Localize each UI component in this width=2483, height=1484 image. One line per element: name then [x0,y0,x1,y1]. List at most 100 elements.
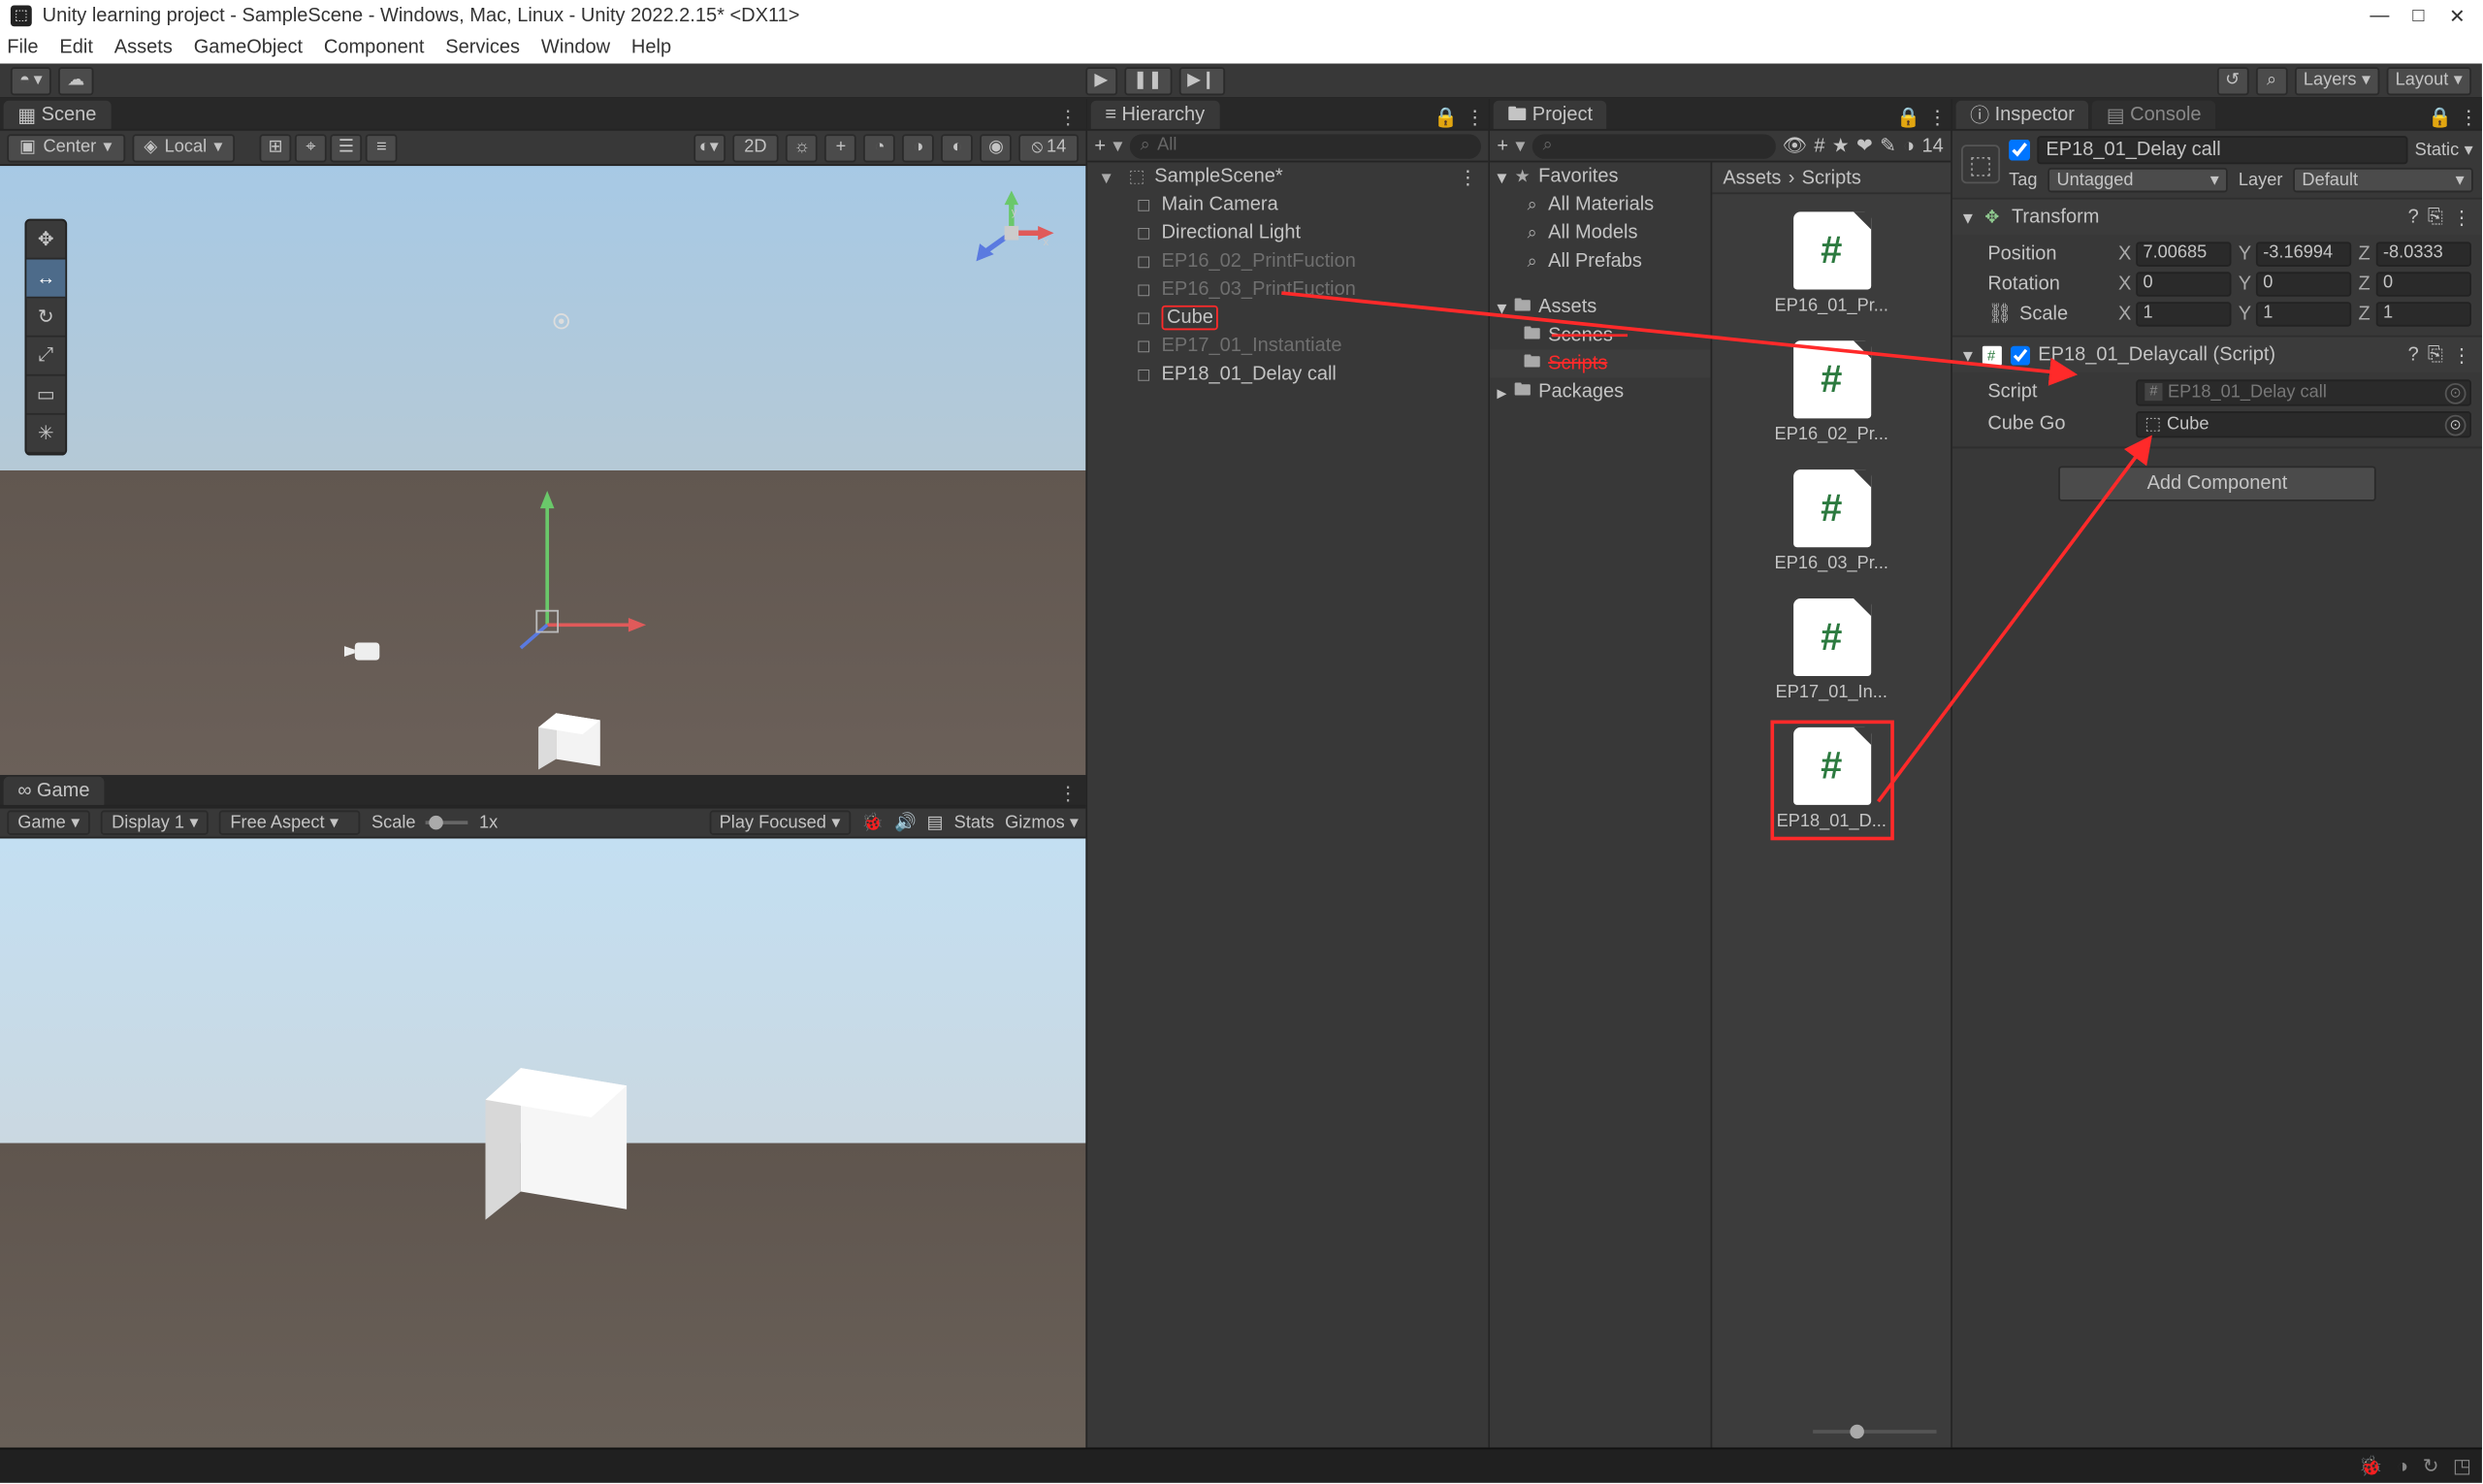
preset-icon[interactable]: ⎘ [2428,206,2443,229]
shading-mode-dropdown[interactable]: ◐▾ [693,133,725,161]
move-gizmo[interactable] [512,484,654,661]
breadcrumb-assets[interactable]: Assets [1723,167,1781,188]
script-asset-ep16-01[interactable]: #EP16_01_Pr... [1760,211,1902,315]
hierarchy-panel-menu[interactable]: ⋮ [1466,106,1485,129]
component-menu[interactable]: ⋮ [2452,343,2471,367]
foldout-icon[interactable]: ▾ [1963,343,1973,367]
status-autorefresh-icon[interactable]: ◳ [2453,1455,2471,1478]
global-search-button[interactable]: ⌕ [2256,66,2288,94]
script-asset-ep17-01[interactable]: #EP17_01_In... [1760,598,1902,702]
script-asset-ep16-03[interactable]: #EP16_03_Pr... [1760,469,1902,573]
game-viewport[interactable] [0,839,1085,1448]
scene-light-toggle[interactable]: ☼ [787,133,819,161]
rotate-tool[interactable]: ↻ [26,299,65,338]
project-lock-icon[interactable]: 🔒 [1896,106,1920,129]
hierarchy-item-ep18-01[interactable]: ◻EP18_01_Delay call [1087,360,1488,388]
proj-hidden-icon[interactable]: ◑ [1903,135,1915,156]
project-assets-folder[interactable]: ▾🖿Assets [1490,293,1711,321]
static-dropdown[interactable]: Static▾ [2415,141,2473,160]
pause-button[interactable]: ❚❚ [1124,66,1172,94]
foldout-icon[interactable]: ▾ [1963,206,1973,229]
status-build-icon[interactable]: ◑ [2397,1456,2408,1477]
directional-light-icon[interactable] [551,310,572,332]
rect-tool[interactable]: ▭ [26,376,65,415]
scene-viewport[interactable]: ✥ ↔ ↻ ⤢ ▭ ✳ y x [0,166,1085,775]
tab-scene[interactable]: ▦Scene [4,101,111,129]
menu-gameobject[interactable]: GameObject [194,37,303,58]
preset-icon[interactable]: ⎘ [2428,343,2443,367]
scene-panel-menu[interactable]: ⋮ [1054,106,1082,129]
tab-console[interactable]: ▤Console [2092,101,2215,129]
scale-tool[interactable]: ⤢ [26,338,65,376]
hierarchy-scene[interactable]: ▾ ⬚ SampleScene* ⋮ [1087,162,1488,190]
menu-window[interactable]: Window [541,37,610,58]
menu-help[interactable]: Help [631,37,671,58]
inspector-lock-icon[interactable]: 🔒 [2428,106,2452,129]
vsync-icon[interactable]: ▤ [927,813,944,832]
hierarchy-search[interactable]: ⌕All [1130,133,1481,157]
gameobject-name-field[interactable]: EP18_01_Delay call [2037,136,2407,164]
proj-edit-icon[interactable]: ✎ [1880,134,1896,157]
snap-toggle[interactable]: ⌖ [295,133,327,161]
main-camera-icon[interactable] [344,639,383,663]
scene-camera-dropdown[interactable]: ◐ [942,133,974,161]
fav-all-models[interactable]: ⌕All Models [1490,219,1711,247]
menu-services[interactable]: Services [445,37,520,58]
hierarchy-item-ep17-01[interactable]: ◻EP17_01_Instantiate [1087,332,1488,360]
proj-save-icon[interactable]: ❤ [1856,134,1873,157]
hierarchy-item-cube[interactable]: ◻Cube [1087,304,1488,332]
scene-audio-toggle[interactable]: + [825,133,857,161]
scene-fx-toggle[interactable]: ◔ [864,133,896,161]
snap-settings[interactable]: ☰ [331,133,363,161]
project-scripts-folder[interactable]: 🖿Scripts [1490,349,1711,377]
fav-all-prefabs[interactable]: ⌕All Prefabs [1490,247,1711,275]
position-z-field[interactable]: -8.0333 [2376,241,2471,265]
project-search[interactable]: ⌕ [1532,133,1776,157]
tab-project[interactable]: 🖿Project [1494,101,1607,129]
scene-cube-object[interactable] [530,695,618,775]
rotation-y-field[interactable]: 0 [2256,271,2351,295]
project-create-button[interactable]: + [1497,135,1508,156]
project-packages-folder[interactable]: ▸🖿Packages [1490,377,1711,405]
status-bug-icon[interactable]: 🐞 [2359,1455,2383,1478]
step-button[interactable]: ▶❙ [1178,66,1224,94]
cubego-object-field[interactable]: ⬚ Cube ⊙ [2136,410,2471,436]
scale-x-field[interactable]: 1 [2136,301,2231,325]
scene-menu[interactable]: ⋮ [1458,165,1488,188]
tab-game[interactable]: ∞Game [4,777,104,805]
hierarchy-item-main-camera[interactable]: ◻Main Camera [1087,191,1488,219]
account-button[interactable]: ◓▾ [11,66,51,94]
rotation-x-field[interactable]: 0 [2136,271,2231,295]
proj-filter-label-icon[interactable]: # [1814,135,1824,156]
menu-assets[interactable]: Assets [114,37,173,58]
layout-dropdown[interactable]: Layout▾ [2387,66,2471,94]
menu-file[interactable]: File [7,37,38,58]
transform-tool[interactable]: ✳ [26,415,65,454]
component-enabled-checkbox[interactable] [2010,345,2029,365]
script-asset-ep16-02[interactable]: #EP16_02_Pr... [1760,340,1902,444]
script-object-field[interactable]: # EP18_01_Delay call ⊙ [2136,378,2471,404]
hierarchy-item-directional-light[interactable]: ◻Directional Light [1087,219,1488,247]
menu-edit[interactable]: Edit [59,37,93,58]
pivot-mode-dropdown[interactable]: ▣Center▾ [7,133,124,161]
cloud-button[interactable]: ☁ [58,66,93,94]
add-component-button[interactable]: Add Component [2058,466,2376,500]
game-panel-menu[interactable]: ⋮ [1054,782,1082,805]
2d-toggle[interactable]: 2D [731,133,779,161]
position-y-field[interactable]: -3.16994 [2256,241,2351,265]
gameobject-cube-icon[interactable]: ⬚ [1961,145,2000,183]
layers-dropdown[interactable]: Layers▾ [2295,66,2379,94]
mute-icon[interactable]: 🐞 [861,813,884,832]
grid-toggle[interactable]: ⊞ [260,133,292,161]
play-focused-dropdown[interactable]: Play Focused▾ [709,810,852,834]
status-compile-icon[interactable]: ↻ [2423,1455,2439,1478]
object-picker-icon[interactable]: ⊙ [2445,382,2467,403]
audio-icon[interactable]: 🔊 [894,813,917,832]
position-x-field[interactable]: 7.00685 [2136,241,2231,265]
handle-space-dropdown[interactable]: ◈Local▾ [132,133,236,161]
project-panel-menu[interactable]: ⋮ [1927,106,1947,129]
layer-dropdown[interactable]: Default▾ [2293,168,2473,192]
window-minimize-button[interactable]: — [2366,4,2394,28]
hidden-objects-count[interactable]: ⦸14 [1019,133,1079,161]
component-menu[interactable]: ⋮ [2452,206,2471,229]
